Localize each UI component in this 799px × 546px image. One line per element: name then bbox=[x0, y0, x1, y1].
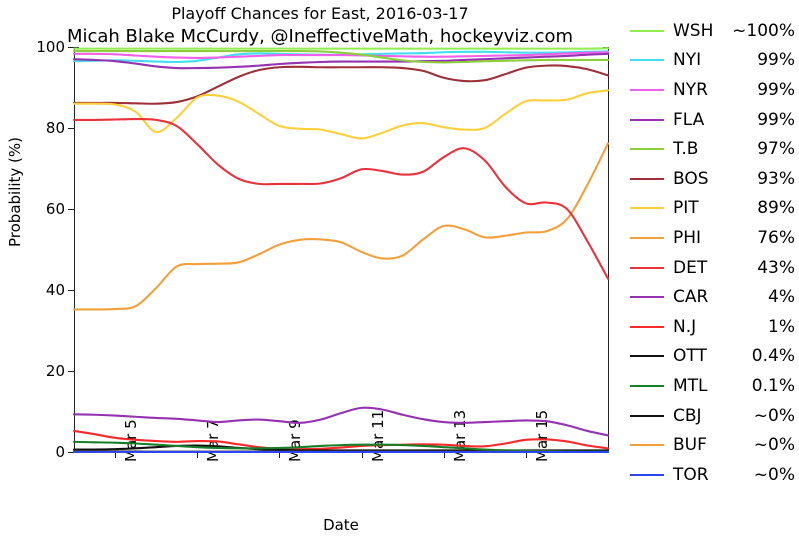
legend-value-label: 99% bbox=[757, 109, 795, 130]
legend-team-label: PHI bbox=[673, 227, 702, 248]
legend-team-label: CBJ bbox=[673, 405, 702, 426]
legend-color-swatch bbox=[630, 414, 664, 417]
legend-value-label: 43% bbox=[757, 257, 795, 278]
legend-item-car[interactable]: CAR 4% bbox=[630, 282, 799, 312]
legend-team-label: NYR bbox=[673, 79, 708, 100]
series-line-bos bbox=[72, 64, 610, 105]
legend-team-label: NYI bbox=[673, 50, 702, 71]
legend-item-nyi[interactable]: NYI 99% bbox=[630, 46, 799, 76]
legend-item-cbj[interactable]: CBJ ~0% bbox=[630, 401, 799, 431]
y-tick-label: 80 bbox=[45, 119, 65, 137]
legend-value-label: 89% bbox=[757, 198, 795, 219]
legend-value-label: 1% bbox=[768, 316, 795, 337]
y-tick-label: 100 bbox=[36, 38, 65, 56]
legend-value-label: 93% bbox=[757, 168, 795, 189]
legend-color-swatch bbox=[630, 59, 664, 62]
legend-team-label: PIT bbox=[673, 198, 699, 219]
legend-color-swatch bbox=[630, 444, 664, 447]
legend-value-label: 4% bbox=[768, 287, 795, 308]
legend-team-label: WSH bbox=[673, 20, 714, 41]
legend-team-label: N.J bbox=[673, 316, 697, 337]
legend-value-label: ~100% bbox=[732, 20, 795, 41]
legend-item-fla[interactable]: FLA 99% bbox=[630, 105, 799, 135]
axis-spine-right bbox=[608, 47, 609, 452]
legend-team-label: T.B bbox=[673, 139, 699, 160]
series-line-det bbox=[72, 118, 610, 280]
legend-color-swatch bbox=[630, 384, 664, 387]
legend-item-buf[interactable]: BUF ~0% bbox=[630, 430, 799, 460]
y-tick-label: 60 bbox=[45, 200, 65, 218]
series-lines bbox=[72, 47, 610, 454]
legend-value-label: 0.4% bbox=[751, 346, 795, 367]
legend-item-mtl[interactable]: MTL 0.1% bbox=[630, 371, 799, 401]
legend-color-swatch bbox=[630, 148, 664, 151]
legend-color-swatch bbox=[630, 177, 664, 180]
legend-item-nj[interactable]: N.J 1% bbox=[630, 312, 799, 342]
legend-value-label: 99% bbox=[757, 79, 795, 100]
legend-team-label: CAR bbox=[673, 287, 709, 308]
legend-team-label: MTL bbox=[673, 375, 708, 396]
legend-team-label: FLA bbox=[673, 109, 705, 130]
legend-color-swatch bbox=[630, 236, 664, 239]
legend-color-swatch bbox=[630, 325, 664, 328]
legend-color-swatch bbox=[630, 88, 664, 91]
legend-item-ott[interactable]: OTT 0.4% bbox=[630, 342, 799, 372]
legend-color-swatch bbox=[630, 355, 664, 358]
legend: WSH ~100% NYI 99% NYR 99% FLA 99% T.B 97% BOS 93% PI… bbox=[630, 16, 799, 490]
y-tick-label: 40 bbox=[45, 281, 65, 299]
legend-team-label: DET bbox=[673, 257, 708, 278]
legend-team-label: BUF bbox=[673, 435, 707, 456]
legend-item-bos[interactable]: BOS 93% bbox=[630, 164, 799, 194]
chart-title: Playoff Chances for East, 2016-03-17 bbox=[171, 4, 469, 23]
legend-color-swatch bbox=[630, 266, 664, 269]
legend-value-label: 76% bbox=[757, 227, 795, 248]
legend-item-tor[interactable]: TOR ~0% bbox=[630, 460, 799, 490]
chart-subtitle: Micah Blake McCurdy, @IneffectiveMath, h… bbox=[66, 26, 574, 47]
plot-area: 0 20 40 60 80 100 Mar 5 Mar 7 Mar 9 Mar 11 Mar 13… bbox=[36, 38, 610, 462]
legend-item-wsh[interactable]: WSH ~100% bbox=[630, 16, 799, 46]
legend-color-swatch bbox=[630, 207, 664, 210]
legend-value-label: 0.1% bbox=[751, 375, 795, 396]
legend-value-label: ~0% bbox=[753, 464, 795, 485]
legend-color-swatch bbox=[630, 29, 664, 32]
series-line-phi bbox=[72, 142, 610, 311]
legend-value-label: 99% bbox=[757, 50, 795, 71]
y-axis-label: Probability (%) bbox=[6, 136, 24, 247]
x-axis-label: Date bbox=[323, 516, 359, 534]
chart-page: Playoff Chances for East, 2016-03-17 Mic… bbox=[0, 0, 799, 546]
legend-item-det[interactable]: DET 43% bbox=[630, 253, 799, 283]
legend-item-nyr[interactable]: NYR 99% bbox=[630, 75, 799, 105]
legend-item-phi[interactable]: PHI 76% bbox=[630, 223, 799, 253]
legend-team-label: TOR bbox=[673, 464, 709, 485]
legend-color-swatch bbox=[630, 118, 664, 121]
legend-value-label: ~0% bbox=[753, 405, 795, 426]
y-tick-label: 0 bbox=[55, 443, 65, 461]
series-line-pit bbox=[72, 89, 610, 140]
series-line-car bbox=[72, 406, 610, 437]
y-tick-label: 20 bbox=[45, 362, 65, 380]
legend-value-label: 97% bbox=[757, 139, 795, 160]
legend-item-pit[interactable]: PIT 89% bbox=[630, 194, 799, 224]
legend-value-label: ~0% bbox=[753, 435, 795, 456]
legend-item-tb[interactable]: T.B 97% bbox=[630, 134, 799, 164]
legend-color-swatch bbox=[630, 296, 664, 299]
legend-team-label: OTT bbox=[673, 346, 707, 367]
legend-team-label: BOS bbox=[673, 168, 709, 189]
legend-color-swatch bbox=[630, 473, 664, 476]
